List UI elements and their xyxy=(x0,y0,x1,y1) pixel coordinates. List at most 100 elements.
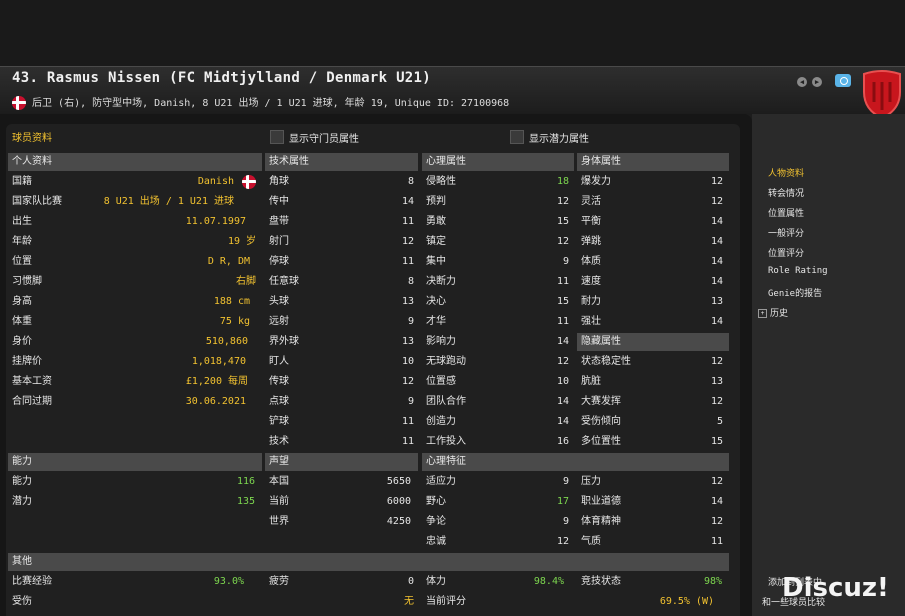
attr-row: 技术 11 xyxy=(269,432,414,452)
show-gk-checkbox[interactable] xyxy=(270,130,284,144)
attr-value: 11 xyxy=(401,436,414,447)
attr-value: 9 xyxy=(407,316,414,327)
attr-row: 任意球 8 xyxy=(269,272,414,292)
attr-label: 强壮 xyxy=(581,316,601,327)
nationality-flag-icon xyxy=(242,175,256,189)
trait-value: 17 xyxy=(556,496,569,507)
sidebar-item-role-rating[interactable]: Role Rating xyxy=(768,266,828,276)
other-label: 疲劳 xyxy=(269,576,289,587)
attr-row: 传中 14 xyxy=(269,192,414,212)
attr-label: 停球 xyxy=(269,256,289,267)
attr-row: 预判 12 xyxy=(426,192,569,212)
other-row: 当前评分 69.5% (W) xyxy=(426,592,714,612)
section-physical: 身体属性 xyxy=(577,153,729,171)
trait-row: 适应力 9 xyxy=(426,472,569,492)
attr-label: 肮脏 xyxy=(581,376,601,387)
attr-row: 勇敢 15 xyxy=(426,212,569,232)
attr-row: 速度 14 xyxy=(581,272,723,292)
other-label: 比赛经验 xyxy=(12,576,52,587)
attr-row: 大赛发挥 12 xyxy=(581,392,723,412)
attr-label: 团队合作 xyxy=(426,396,466,407)
attr-value: 9 xyxy=(562,256,569,267)
reputation-value: 6000 xyxy=(386,496,411,507)
attr-row: 铲球 11 xyxy=(269,412,414,432)
attr-label: 侵略性 xyxy=(426,176,456,187)
show-potential-checkbox[interactable] xyxy=(510,130,524,144)
attr-label: 勇敢 xyxy=(426,216,446,227)
attr-label: 平衡 xyxy=(581,216,601,227)
next-arrow-icon[interactable]: ▶ xyxy=(812,77,822,87)
personal-value: 8 U21 出场 / 1 U21 进球 xyxy=(103,196,234,207)
personal-value: 19 岁 xyxy=(227,236,256,247)
personal-value: 1,018,470 xyxy=(191,356,246,367)
reputation-label: 当前 xyxy=(269,496,289,507)
attr-row: 位置感 10 xyxy=(426,372,569,392)
personal-label: 体重 xyxy=(12,316,32,327)
other-row: 疲劳 0 xyxy=(269,572,414,592)
trait-label: 体育精神 xyxy=(581,516,621,527)
ability-value: 116 xyxy=(236,476,255,487)
attr-value: 13 xyxy=(710,296,723,307)
personal-label: 国籍 xyxy=(12,176,32,187)
ability-value: 135 xyxy=(236,496,255,507)
attr-row: 镇定 12 xyxy=(426,232,569,252)
attr-value: 14 xyxy=(556,336,569,347)
attr-row: 角球 8 xyxy=(269,172,414,192)
attr-value: 12 xyxy=(710,196,723,207)
tab-title: 球员资料 xyxy=(12,133,52,144)
sidebar-item-transfer[interactable]: 转会情况 xyxy=(768,186,804,199)
attr-label: 多位置性 xyxy=(581,436,621,447)
sidebar-item-position-rating[interactable]: 位置评分 xyxy=(768,246,804,259)
attr-row: 才华 11 xyxy=(426,312,569,332)
attr-value: 12 xyxy=(556,236,569,247)
trait-label: 争论 xyxy=(426,516,446,527)
attr-label: 灵活 xyxy=(581,196,601,207)
sidebar-item-profile[interactable]: 人物资料 xyxy=(768,166,804,179)
sidebar-item-general-rating[interactable]: 一般评分 xyxy=(768,226,804,239)
personal-value: D R, DM xyxy=(207,256,250,267)
attr-value: 14 xyxy=(556,416,569,427)
show-potential-label: 显示潜力属性 xyxy=(529,134,589,145)
attr-label: 爆发力 xyxy=(581,176,611,187)
other-row: 体力 98.4% xyxy=(426,572,564,592)
other-value: 69.5% (W) xyxy=(659,596,714,607)
section-traits: 心理特征 xyxy=(422,453,729,471)
attr-label: 射门 xyxy=(269,236,289,247)
camera-icon[interactable] xyxy=(835,74,851,87)
ability-row: 潜力 135 xyxy=(12,492,255,512)
attr-value: 11 xyxy=(401,416,414,427)
sidebar-item-positions[interactable]: 位置属性 xyxy=(768,206,804,219)
attr-value: 14 xyxy=(401,196,414,207)
personal-label: 位置 xyxy=(12,256,32,267)
personal-row: 身高 188 cm xyxy=(12,292,250,312)
personal-label: 出生 xyxy=(12,216,32,227)
personal-row: 年龄 19 岁 xyxy=(12,232,256,252)
personal-row: 身价 510,860 xyxy=(12,332,248,352)
attr-value: 12 xyxy=(556,356,569,367)
sidebar-item-genie-report[interactable]: Genie的报告 xyxy=(768,286,822,299)
ability-row: 能力 116 xyxy=(12,472,255,492)
attr-value: 12 xyxy=(556,196,569,207)
other-row: 无 xyxy=(269,592,414,612)
section-ability: 能力 xyxy=(8,453,262,471)
attr-label: 受伤倾向 xyxy=(581,416,621,427)
attr-value: 11 xyxy=(556,316,569,327)
other-row: 竞技状态 98% xyxy=(581,572,722,592)
other-label: 受伤 xyxy=(12,596,32,607)
reputation-row: 当前 6000 xyxy=(269,492,411,512)
attr-value: 5 xyxy=(716,416,723,427)
sidebar-item-history[interactable]: + 历史 xyxy=(758,306,788,319)
trait-row: 野心 17 xyxy=(426,492,569,512)
ability-label: 能力 xyxy=(12,476,32,487)
attr-label: 盯人 xyxy=(269,356,289,367)
attr-row: 决断力 11 xyxy=(426,272,569,292)
attr-label: 决断力 xyxy=(426,276,456,287)
player-subtitle-text: 后卫 (右), 防守型中场, Danish, 8 U21 出场 / 1 U21 … xyxy=(32,98,510,109)
attr-row: 远射 9 xyxy=(269,312,414,332)
attr-label: 影响力 xyxy=(426,336,456,347)
section-personal: 个人资料 xyxy=(8,153,262,171)
prev-arrow-icon[interactable]: ◀ xyxy=(797,77,807,87)
attr-label: 传球 xyxy=(269,376,289,387)
attr-value: 16 xyxy=(556,436,569,447)
expand-icon[interactable]: + xyxy=(758,309,767,318)
